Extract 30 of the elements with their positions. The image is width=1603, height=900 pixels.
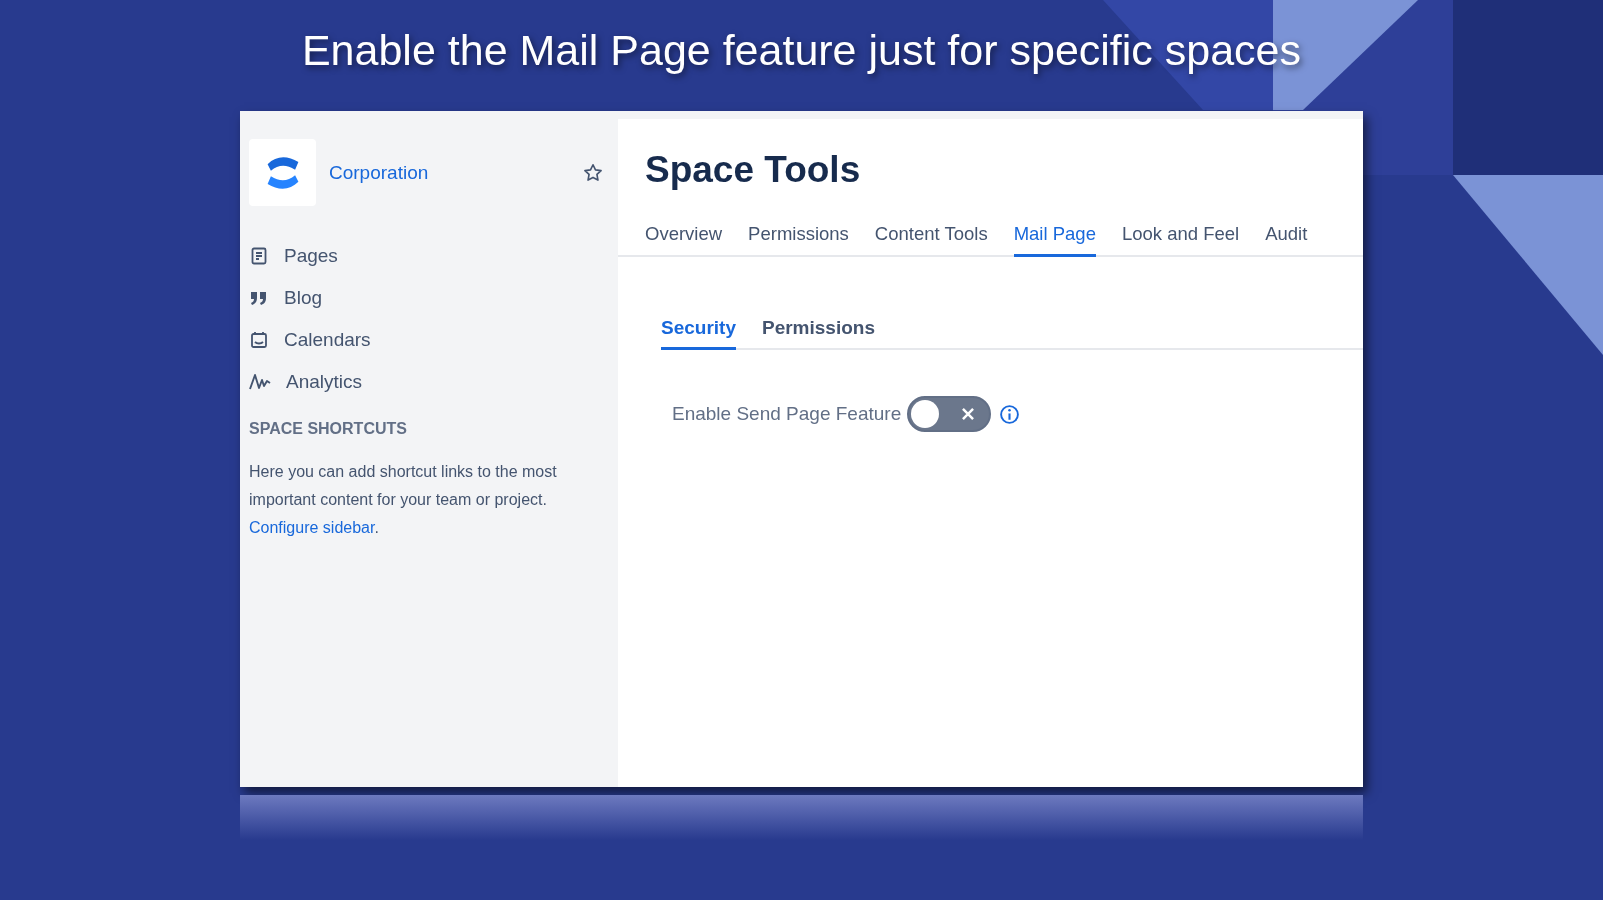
tab[interactable]: Overview [645, 223, 723, 257]
section-heading: SPACE SHORTCUTS [249, 420, 408, 438]
tab[interactable]: Mail Page [1013, 223, 1096, 257]
nav-item-label: Calendars [284, 328, 371, 351]
tab[interactable]: Audit [1265, 223, 1308, 257]
tab[interactable]: Look and Feel [1121, 223, 1240, 257]
sidebar-nav-item[interactable]: Calendars [249, 328, 604, 351]
nav-item-label: Blog [284, 286, 323, 309]
star-icon[interactable] [582, 161, 604, 184]
calendar-icon [249, 329, 269, 350]
nav-item-label: Analytics [286, 370, 363, 393]
subtab[interactable]: Security [661, 317, 736, 350]
headline: Enable the Mail Page feature just for specific spaces [301, 26, 1302, 76]
shortcuts-help-text: Here you can add shortcut links to the most important content for your team or project. Configure sidebar. [249, 462, 558, 538]
activity-icon [249, 371, 271, 392]
subtab[interactable]: Permissions [762, 317, 875, 350]
info-icon[interactable] [999, 403, 1021, 425]
toggle-switch[interactable] [907, 396, 992, 432]
setting-label: Enable Send Page Feature [672, 403, 902, 425]
space-name-link[interactable]: Corporation [329, 161, 582, 184]
sidebar-nav-item[interactable]: Blog [249, 286, 604, 309]
document-icon [249, 245, 269, 266]
tab[interactable]: Permissions [748, 223, 849, 257]
space-logo-icon [249, 139, 316, 206]
nav-item-label: Pages [284, 244, 338, 267]
tab[interactable]: Content Tools [874, 223, 988, 257]
sidebar-nav-item[interactable]: Analytics [249, 370, 604, 393]
page-title: Space Tools [645, 149, 862, 191]
sidebar-nav-item[interactable]: Pages [249, 244, 604, 267]
configure-sidebar-link[interactable]: Configure sidebar [249, 519, 375, 536]
